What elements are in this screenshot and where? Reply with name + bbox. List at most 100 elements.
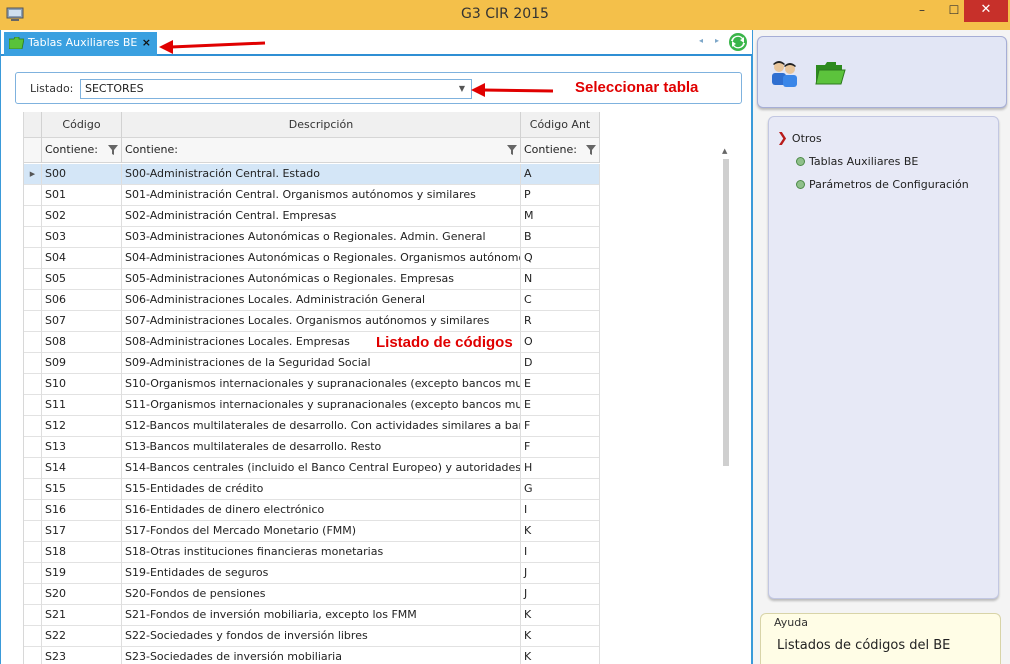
- cell-descripcion[interactable]: S17-Fondos del Mercado Monetario (FMM): [122, 521, 521, 542]
- cell-descripcion[interactable]: S08-Administraciones Locales. Empresas: [122, 332, 521, 353]
- close-button[interactable]: ✕: [964, 0, 1008, 22]
- cell-codigo-ant[interactable]: K: [521, 521, 600, 542]
- cell-descripcion[interactable]: S12-Bancos multilaterales de desarrollo.…: [122, 416, 521, 437]
- nav-group-otros[interactable]: ❯ Otros: [777, 131, 822, 146]
- cell-codigo-ant[interactable]: F: [521, 437, 600, 458]
- cell-codigo-ant[interactable]: J: [521, 584, 600, 605]
- cell-codigo-ant[interactable]: H: [521, 458, 600, 479]
- cell-codigo[interactable]: S03: [42, 227, 122, 248]
- grid-scrollbar[interactable]: ▲: [721, 147, 731, 467]
- cell-codigo-ant[interactable]: K: [521, 647, 600, 664]
- cell-codigo[interactable]: S18: [42, 542, 122, 563]
- table-row[interactable]: S10 S10-Organismos internacionales y supr…: [24, 374, 600, 395]
- tab-scroll-left-icon[interactable]: ◂: [699, 36, 703, 45]
- cell-descripcion[interactable]: S23-Sociedades de inversión mobiliaria: [122, 647, 521, 664]
- cell-codigo[interactable]: S16: [42, 500, 122, 521]
- cell-codigo[interactable]: S21: [42, 605, 122, 626]
- cell-descripcion[interactable]: S04-Administraciones Autonómicas o Regio…: [122, 248, 521, 269]
- cell-descripcion[interactable]: S09-Administraciones de la Seguridad Soc…: [122, 353, 521, 374]
- refresh-icon[interactable]: [728, 32, 748, 52]
- table-row[interactable]: S13 S13-Bancos multilaterales de desarrol…: [24, 437, 600, 458]
- cell-descripcion[interactable]: S03-Administraciones Autonómicas o Regio…: [122, 227, 521, 248]
- cell-descripcion[interactable]: S00-Administración Central. Estado: [122, 164, 521, 185]
- cell-codigo[interactable]: S17: [42, 521, 122, 542]
- filter-icon[interactable]: [507, 145, 517, 155]
- cell-descripcion[interactable]: S19-Entidades de seguros: [122, 563, 521, 584]
- scroll-up-icon[interactable]: ▲: [722, 147, 727, 155]
- filter-descripcion[interactable]: Contiene:: [122, 138, 521, 163]
- table-row[interactable]: S02 S02-Administración Central. Empresas M: [24, 206, 600, 227]
- table-row[interactable]: S09 S09-Administraciones de la Seguridad …: [24, 353, 600, 374]
- cell-codigo[interactable]: S08: [42, 332, 122, 353]
- cell-codigo[interactable]: S06: [42, 290, 122, 311]
- cell-codigo-ant[interactable]: O: [521, 332, 600, 353]
- cell-codigo-ant[interactable]: E: [521, 395, 600, 416]
- cell-codigo[interactable]: S13: [42, 437, 122, 458]
- tab-close-button[interactable]: ×: [142, 32, 151, 54]
- cell-codigo[interactable]: S12: [42, 416, 122, 437]
- users-icon[interactable]: [768, 57, 800, 89]
- cell-codigo[interactable]: S04: [42, 248, 122, 269]
- cell-codigo-ant[interactable]: A: [521, 164, 600, 185]
- cell-descripcion[interactable]: S16-Entidades de dinero electrónico: [122, 500, 521, 521]
- cell-codigo-ant[interactable]: K: [521, 626, 600, 647]
- filter-codigo-ant[interactable]: Contiene:: [521, 138, 600, 163]
- filter-icon[interactable]: [586, 145, 596, 155]
- cell-codigo-ant[interactable]: P: [521, 185, 600, 206]
- scrollbar-thumb[interactable]: [723, 159, 729, 466]
- cell-codigo[interactable]: S02: [42, 206, 122, 227]
- cell-descripcion[interactable]: S22-Sociedades y fondos de inversión lib…: [122, 626, 521, 647]
- cell-codigo-ant[interactable]: M: [521, 206, 600, 227]
- cell-codigo[interactable]: S11: [42, 395, 122, 416]
- filter-codigo[interactable]: Contiene:: [42, 138, 122, 163]
- table-row[interactable]: S22 S22-Sociedades y fondos de inversión …: [24, 626, 600, 647]
- table-row[interactable]: S15 S15-Entidades de crédito G: [24, 479, 600, 500]
- table-row[interactable]: S17 S17-Fondos del Mercado Monetario (FMM…: [24, 521, 600, 542]
- header-codigo[interactable]: Código: [42, 112, 122, 138]
- nav-item-parametros[interactable]: Parámetros de Configuración: [796, 178, 969, 191]
- table-row[interactable]: S21 S21-Fondos de inversión mobiliaria, e…: [24, 605, 600, 626]
- table-row[interactable]: S08 S08-Administraciones Locales. Empresa…: [24, 332, 600, 353]
- table-row[interactable]: S07 S07-Administraciones Locales. Organis…: [24, 311, 600, 332]
- table-row[interactable]: S23 S23-Sociedades de inversión mobiliari…: [24, 647, 600, 664]
- cell-codigo-ant[interactable]: J: [521, 563, 600, 584]
- cell-codigo-ant[interactable]: D: [521, 353, 600, 374]
- cell-codigo[interactable]: S23: [42, 647, 122, 664]
- table-row[interactable]: S19 S19-Entidades de seguros J: [24, 563, 600, 584]
- table-row[interactable]: S14 S14-Bancos centrales (incluido el Ban…: [24, 458, 600, 479]
- cell-descripcion[interactable]: S01-Administración Central. Organismos a…: [122, 185, 521, 206]
- cell-codigo[interactable]: S05: [42, 269, 122, 290]
- cell-codigo[interactable]: S07: [42, 311, 122, 332]
- cell-descripcion[interactable]: S13-Bancos multilaterales de desarrollo.…: [122, 437, 521, 458]
- nav-item-tablas-auxiliares[interactable]: Tablas Auxiliares BE: [796, 155, 918, 168]
- table-row[interactable]: ▶ S00 S00-Administración Central. Estado A: [24, 164, 600, 185]
- folder-open-icon[interactable]: [814, 57, 846, 89]
- cell-codigo-ant[interactable]: I: [521, 542, 600, 563]
- tab-scroll-right-icon[interactable]: ▸: [715, 36, 719, 45]
- cell-codigo-ant[interactable]: I: [521, 500, 600, 521]
- cell-descripcion[interactable]: S20-Fondos de pensiones: [122, 584, 521, 605]
- cell-codigo[interactable]: S00: [42, 164, 122, 185]
- table-row[interactable]: S16 S16-Entidades de dinero electrónico I: [24, 500, 600, 521]
- table-row[interactable]: S03 S03-Administraciones Autonómicas o Re…: [24, 227, 600, 248]
- tab-tablas-auxiliares[interactable]: Tablas Auxiliares BE ×: [4, 32, 157, 56]
- chevron-down-icon[interactable]: ▼: [459, 80, 465, 98]
- cell-codigo[interactable]: S19: [42, 563, 122, 584]
- cell-codigo[interactable]: S10: [42, 374, 122, 395]
- cell-descripcion[interactable]: S07-Administraciones Locales. Organismos…: [122, 311, 521, 332]
- table-row[interactable]: S12 S12-Bancos multilaterales de desarrol…: [24, 416, 600, 437]
- cell-descripcion[interactable]: S06-Administraciones Locales. Administra…: [122, 290, 521, 311]
- cell-descripcion[interactable]: S05-Administraciones Autonómicas o Regio…: [122, 269, 521, 290]
- cell-codigo-ant[interactable]: B: [521, 227, 600, 248]
- cell-codigo-ant[interactable]: E: [521, 374, 600, 395]
- cell-descripcion[interactable]: S14-Bancos centrales (incluido el Banco …: [122, 458, 521, 479]
- table-row[interactable]: S04 S04-Administraciones Autonómicas o Re…: [24, 248, 600, 269]
- cell-descripcion[interactable]: S18-Otras instituciones financieras mone…: [122, 542, 521, 563]
- cell-codigo[interactable]: S09: [42, 353, 122, 374]
- cell-codigo[interactable]: S15: [42, 479, 122, 500]
- table-row[interactable]: S05 S05-Administraciones Autonómicas o Re…: [24, 269, 600, 290]
- cell-codigo-ant[interactable]: N: [521, 269, 600, 290]
- table-row[interactable]: S06 S06-Administraciones Locales. Adminis…: [24, 290, 600, 311]
- header-descripcion[interactable]: Descripción: [122, 112, 521, 138]
- cell-codigo[interactable]: S22: [42, 626, 122, 647]
